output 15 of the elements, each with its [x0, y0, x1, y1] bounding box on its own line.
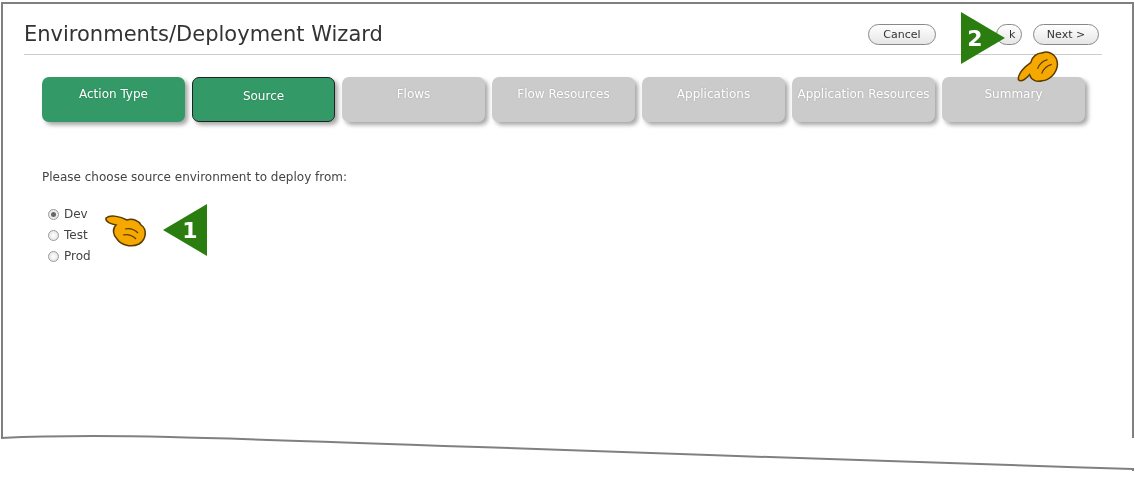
wizard-button[interactable]: k	[996, 24, 1022, 46]
prompt-text: Please choose source environment to deploy from:	[42, 169, 349, 187]
wizard-step[interactable]: Action Type	[42, 77, 185, 123]
numbered-callout: 1	[163, 204, 209, 256]
radio-button[interactable]	[48, 230, 59, 242]
radio-label: Dev	[64, 206, 88, 224]
wizard-step[interactable]: Source	[192, 77, 335, 123]
radio-button[interactable]	[48, 251, 59, 263]
radio-label: Prod	[64, 248, 91, 266]
window-title: Environments/Deployment Wizard	[24, 22, 383, 48]
numbered-callout: 2	[961, 12, 1007, 64]
wizard-button[interactable]: Next >	[1033, 24, 1099, 46]
radio-label: Test	[64, 227, 88, 245]
wizard-button[interactable]: Cancel	[868, 24, 936, 46]
radio-button[interactable]	[48, 209, 59, 221]
